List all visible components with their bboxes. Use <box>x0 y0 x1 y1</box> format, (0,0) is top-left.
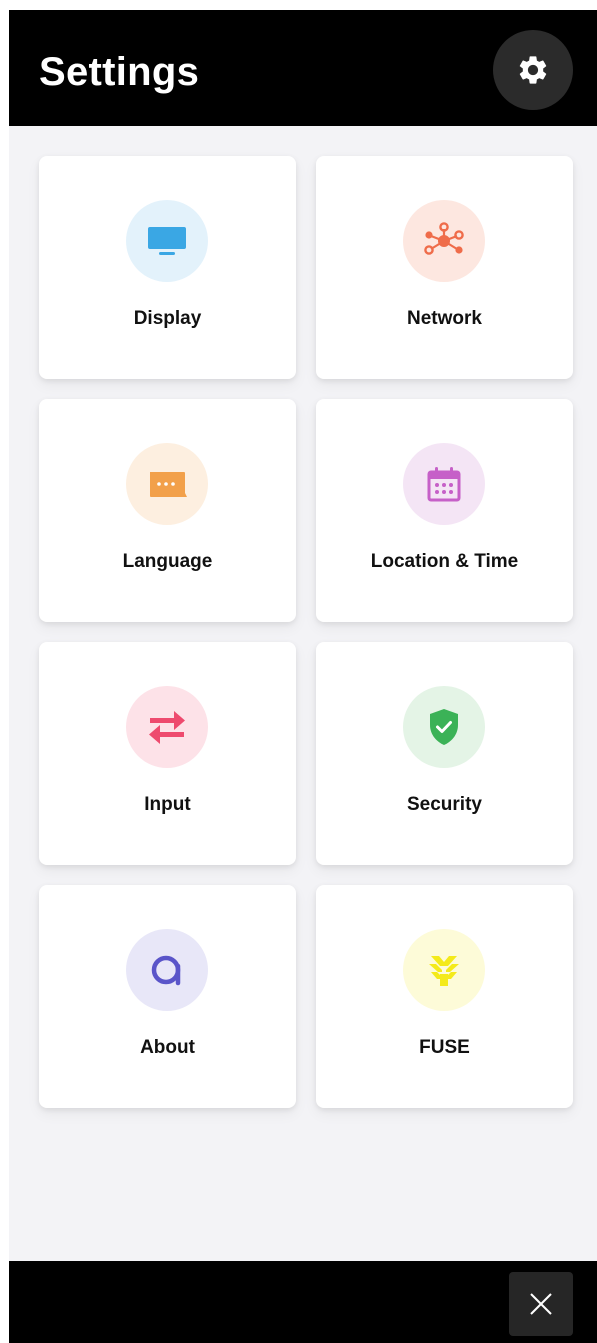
tile-fuse[interactable]: FUSE <box>316 885 573 1108</box>
calendar-icon <box>427 467 461 502</box>
tile-icon-circle <box>403 443 485 525</box>
close-icon <box>530 1293 552 1315</box>
tile-label: Display <box>133 308 202 329</box>
tile-security[interactable]: Security <box>316 642 573 865</box>
tile-icon-circle <box>403 686 485 768</box>
tile-icon-circle <box>126 200 208 282</box>
chat-bubble-icon <box>150 472 187 497</box>
tile-label: Language <box>122 551 213 572</box>
shield-check-icon <box>430 709 458 745</box>
page-title: Settings <box>39 50 200 94</box>
tile-location-time[interactable]: Location & Time <box>316 399 573 622</box>
header: Settings <box>9 10 597 126</box>
tile-label: Network <box>407 308 482 329</box>
swap-arrows-icon <box>149 711 185 744</box>
tile-about[interactable]: About <box>39 885 296 1108</box>
about-a-icon <box>151 955 181 986</box>
gear-icon <box>519 56 547 84</box>
tile-network[interactable]: Network <box>316 156 573 379</box>
tile-icon-circle <box>126 686 208 768</box>
tile-icon-circle <box>403 200 485 282</box>
tile-input[interactable]: Input <box>39 642 296 865</box>
monitor-icon <box>148 227 186 255</box>
settings-grid: Display Network Language Location & Time… <box>39 156 573 1108</box>
tile-label: Security <box>407 794 482 815</box>
settings-screen: Settings Display Network Language Locati… <box>9 10 597 1343</box>
tile-label: About <box>140 1037 195 1058</box>
tile-language[interactable]: Language <box>39 399 296 622</box>
tile-icon-circle <box>403 929 485 1011</box>
settings-gear-button[interactable] <box>493 30 573 110</box>
tile-label: Location & Time <box>370 551 519 572</box>
tile-icon-circle <box>126 929 208 1011</box>
tile-display[interactable]: Display <box>39 156 296 379</box>
fuse-logo-icon <box>429 956 459 986</box>
close-button[interactable] <box>509 1272 573 1336</box>
tile-label: Input <box>144 794 191 815</box>
footer-bar <box>9 1261 597 1343</box>
tile-icon-circle <box>126 443 208 525</box>
tile-label: FUSE <box>419 1037 470 1058</box>
network-icon <box>424 222 464 255</box>
